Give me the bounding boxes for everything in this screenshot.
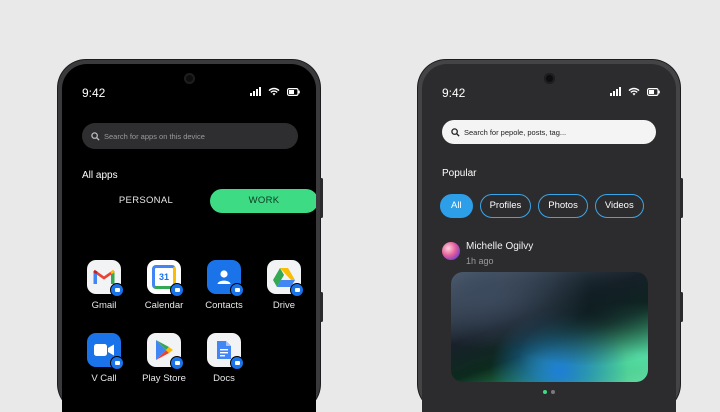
front-camera — [183, 73, 195, 84]
gmail-icon — [87, 260, 124, 297]
contacts-icon — [207, 260, 244, 297]
side-button — [320, 178, 323, 218]
app-label: Gmail — [91, 300, 117, 311]
app-play-store[interactable]: Play Store — [136, 333, 192, 384]
work-badge-icon — [110, 356, 124, 370]
app-gmail[interactable]: Gmail — [76, 260, 132, 311]
drive-icon — [267, 260, 304, 297]
battery-icon — [287, 87, 300, 96]
post-image[interactable] — [451, 272, 648, 382]
phone-screen: 9:42 Search for apps on this device All … — [62, 64, 316, 412]
search-placeholder: Search for pepole, posts, tag... — [464, 127, 567, 137]
app-label: V Call — [91, 373, 117, 384]
app-contacts[interactable]: Contacts — [196, 260, 252, 311]
app-label: Docs — [213, 373, 235, 384]
profile-tab-switcher: PERSONAL WORK — [82, 189, 316, 213]
app-calendar[interactable]: 31 Calendar — [136, 260, 192, 311]
app-label: Contacts — [205, 300, 243, 311]
play-store-icon — [147, 333, 184, 370]
signal-icon — [610, 87, 621, 96]
app-search-bar[interactable]: Search for apps on this device — [82, 123, 298, 149]
carousel-dot-active[interactable] — [543, 390, 547, 394]
social-search-bar[interactable]: Search for pepole, posts, tag... — [442, 120, 656, 144]
avatar[interactable] — [442, 242, 460, 260]
tab-work[interactable]: WORK — [210, 189, 316, 213]
status-time: 9:42 — [82, 86, 106, 100]
status-time: 9:42 — [442, 86, 466, 100]
status-bar: 9:42 — [82, 86, 300, 102]
wifi-icon — [628, 87, 640, 96]
phone-screen: 9:42 Search for pepole, posts, tag... Po… — [422, 64, 676, 412]
filter-videos[interactable]: Videos — [594, 194, 644, 218]
personal-work-phone: 9:42 Search for apps on this device All … — [58, 60, 323, 412]
popular-heading: Popular — [442, 168, 477, 179]
video-call-icon — [87, 333, 124, 370]
battery-icon — [647, 87, 660, 96]
social-app-phone: 9:42 Search for pepole, posts, tag... Po… — [418, 60, 683, 412]
front-camera — [543, 73, 555, 84]
carousel-indicator — [543, 390, 555, 394]
search-placeholder: Search for apps on this device — [104, 131, 205, 141]
all-apps-heading: All apps — [82, 170, 118, 181]
signal-icon — [250, 87, 261, 96]
side-button — [320, 292, 323, 322]
tab-personal[interactable]: PERSONAL — [82, 189, 210, 213]
side-button — [680, 178, 683, 218]
work-badge-icon — [110, 283, 124, 297]
filter-all[interactable]: All — [440, 194, 473, 218]
work-badge-icon — [230, 356, 244, 370]
work-badge-icon — [290, 283, 304, 297]
filter-profiles[interactable]: Profiles — [479, 194, 532, 218]
post-author[interactable]: Michelle Ogilvy — [466, 241, 533, 252]
app-drive[interactable]: Drive — [256, 260, 312, 311]
status-bar: 9:42 — [442, 86, 660, 102]
filter-chips: All Profiles Photos Videos — [440, 194, 644, 218]
wifi-icon — [268, 87, 280, 96]
docs-icon — [207, 333, 244, 370]
carousel-dot[interactable] — [551, 390, 555, 394]
app-v-call[interactable]: V Call — [76, 333, 132, 384]
calendar-icon: 31 — [147, 260, 184, 297]
side-button — [680, 292, 683, 322]
filter-photos[interactable]: Photos — [538, 194, 588, 218]
app-label: Drive — [272, 300, 296, 311]
work-badge-icon — [170, 283, 184, 297]
search-icon — [451, 127, 460, 137]
search-icon — [91, 131, 100, 141]
app-label: Play Store — [142, 373, 186, 384]
post-timestamp: 1h ago — [466, 256, 494, 266]
work-badge-icon — [170, 356, 184, 370]
app-docs[interactable]: Docs — [196, 333, 252, 384]
work-badge-icon — [230, 283, 244, 297]
app-label: Calendar — [144, 300, 184, 311]
